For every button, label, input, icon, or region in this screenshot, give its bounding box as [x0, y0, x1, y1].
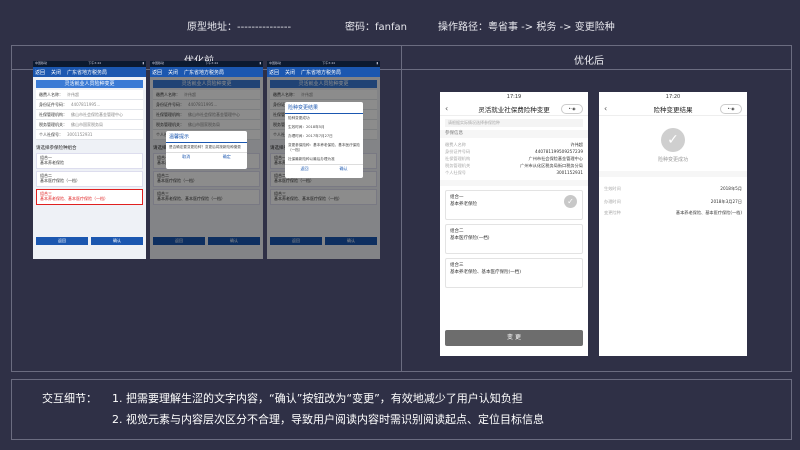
dialog-cancel-button[interactable]: 取消	[166, 153, 207, 160]
info-row: 缴费人名称 许伟超	[445, 142, 583, 147]
dialog-line: 险种变更成功	[288, 116, 310, 120]
dialog-ok-button[interactable]: 确定	[207, 153, 248, 160]
interaction-notes: 交互细节： 1. 把需要理解生涩的文字内容，“确认”按钮改为“变更”，有效地减少…	[11, 379, 792, 440]
dialog-ok-button[interactable]: 确认	[324, 165, 363, 172]
result-dialog: 险种变更结果 险种变更成功 生效时间：2018年5月 办理时间：2017年7月2…	[285, 102, 363, 178]
form-title: 灵活就业人员险种变更	[36, 80, 143, 88]
option-card[interactable]: 组合一 基本养老保险	[36, 153, 143, 169]
panel-after-title: 优化后	[574, 56, 604, 67]
option-card[interactable]: 组合三 基本养老保险、基本医疗保险(一档)	[445, 258, 583, 288]
success-check-icon: ✓	[661, 128, 685, 152]
field-row: 个人社保号： 3001152931	[36, 130, 143, 140]
field-row: 税务管理机关： 佛山市国家税务局	[36, 120, 143, 130]
dialog-back-button[interactable]: 返回	[285, 165, 324, 172]
option-card[interactable]: 组合二 基本医疗保险（一档）	[36, 171, 143, 187]
hint-bar: 请根据实际情况选择参保险种	[445, 119, 583, 127]
result-row: 办理时间 2018年3月27日	[604, 199, 742, 204]
result-row: 生效时间 2018年5月	[604, 186, 742, 191]
old-screen-confirm-dialog: 中国移动 下午3:44 ▮ 返回 关闭 广东省地方税务局 灵活就业人员险种变更 缴费人名…	[150, 61, 263, 259]
old-screen-result-dialog: 中国移动 下午3:44 ▮ 返回 关闭 广东省地方税务局 灵活就业人员险种变更 缴费人名…	[267, 61, 380, 259]
confirm-dialog: 温馨提示 是否确定要变更险种？变更后将按新险种缴费 取消 确定	[166, 131, 247, 169]
password: 密码：fanfan	[345, 18, 407, 33]
dialog-title: 险种变更结果	[285, 102, 363, 114]
field-row: 缴费人名称： 许伟超	[36, 90, 143, 100]
back-icon[interactable]: ‹	[445, 104, 448, 113]
nav-title: 广东省地方税务局	[67, 69, 108, 76]
proto-value: ---------------	[237, 22, 292, 33]
status-time: 17:20	[665, 94, 681, 100]
note-line-2: 2. 视觉元素与内容层次区分不合理，导致用户阅读内容时需识别阅读起点、定位目标信…	[112, 413, 544, 426]
dialog-line: 变更参保险种：基本养老保险、基本医疗保险（一档）	[288, 143, 360, 152]
choose-label: 请选择参保险种组合	[36, 146, 77, 151]
field-row: 身份证件号码： 4407811995...	[36, 100, 143, 110]
nav-bar: 返回 关闭 广东省地方税务局	[267, 67, 380, 77]
dialog-line: 办理时间：2017年7月27日	[288, 134, 333, 138]
change-button[interactable]: 变 更	[445, 330, 583, 346]
pwd-label: 密码：	[345, 22, 375, 33]
field-row: 社保管理机构： 佛山市社会保险基金管理中心	[36, 110, 143, 120]
info-row: 个人社保号 3001152931	[445, 170, 583, 175]
operation-path: 操作路径：粤省事 -> 税务 -> 变更险种	[438, 18, 615, 33]
dialog-title: 温馨提示	[166, 131, 247, 143]
back-icon[interactable]: ‹	[604, 104, 607, 113]
nav-bar: 返回 关闭 广东省地方税务局	[150, 67, 263, 77]
back-link[interactable]: 返回	[35, 69, 45, 76]
dialog-line: 社保最新险种以最后办理为准	[288, 157, 335, 161]
new-screen-result: 17:20 ‹ 险种变更结果 •·◉ ✓ 险种变更成功 生效时间 2018年5月 …	[599, 92, 747, 356]
nav-bar: ‹ 灵活就业社保费险种变更 •·◉	[440, 102, 588, 116]
close-link[interactable]: 关闭	[51, 69, 61, 76]
note-line-1: 1. 把需要理解生涩的文字内容，“确认”按钮改为“变更”，有效地减少了用户认知负…	[112, 392, 523, 405]
section-title: 参保信息	[440, 130, 588, 138]
nav-title: 险种变更结果	[653, 105, 693, 114]
path-value: 粤省事 -> 税务 -> 变更险种	[488, 22, 615, 33]
check-icon: ✓	[564, 195, 577, 208]
option-card[interactable]: 组合二 基本医疗保险(一档)	[445, 224, 583, 254]
prototype-address: 原型地址：---------------	[187, 18, 291, 33]
more-capsule-icon[interactable]: •·◉	[720, 103, 742, 114]
success-message: 险种变更成功	[657, 157, 688, 163]
option-card-selected[interactable]: 组合一 基本养老保险 ✓	[445, 190, 583, 220]
back-button[interactable]: 返回	[36, 237, 88, 245]
result-row: 变更险种 基本养老保险、基本医疗保险(一档)	[604, 210, 742, 215]
pwd-value: fanfan	[375, 22, 407, 33]
old-screen-form: 中国移动 下午3:44 ▮ 返回 关闭 广东省地方税务局 灵活就业人员险种变更 缴费人名…	[33, 61, 146, 259]
more-capsule-icon[interactable]: •·◉	[561, 103, 583, 114]
info-row: 身份证件号码 440781199509257239	[445, 149, 583, 154]
option-card-highlighted[interactable]: 组合三 基本养老保险、基本医疗保险（一档）	[36, 189, 143, 205]
divider-vertical	[401, 46, 402, 371]
nav-bar: 返回 关闭 广东省地方税务局	[33, 67, 146, 77]
new-screen-form: 17:19 ‹ 灵活就业社保费险种变更 •·◉ 请根据实际情况选择参保险种 参保…	[440, 92, 588, 356]
notes-label: 交互细节：	[42, 392, 97, 405]
dialog-line: 生效时间：2018年5月	[288, 125, 325, 129]
proto-label: 原型地址：	[187, 22, 237, 33]
dialog-text: 是否确定要变更险种？变更后将按新险种缴费	[169, 145, 241, 149]
nav-title: 灵活就业社保费险种变更	[478, 105, 550, 114]
nav-bar: ‹ 险种变更结果 •·◉	[599, 102, 747, 116]
path-label: 操作路径：	[438, 22, 488, 33]
confirm-button[interactable]: 确认	[91, 237, 143, 245]
info-row: 税务管理机关 广州市从化区税务局街口税务分局	[445, 163, 583, 168]
info-row: 社保管理机构 广州市社会保险基金管理中心	[445, 156, 583, 161]
status-time: 17:19	[506, 94, 522, 100]
